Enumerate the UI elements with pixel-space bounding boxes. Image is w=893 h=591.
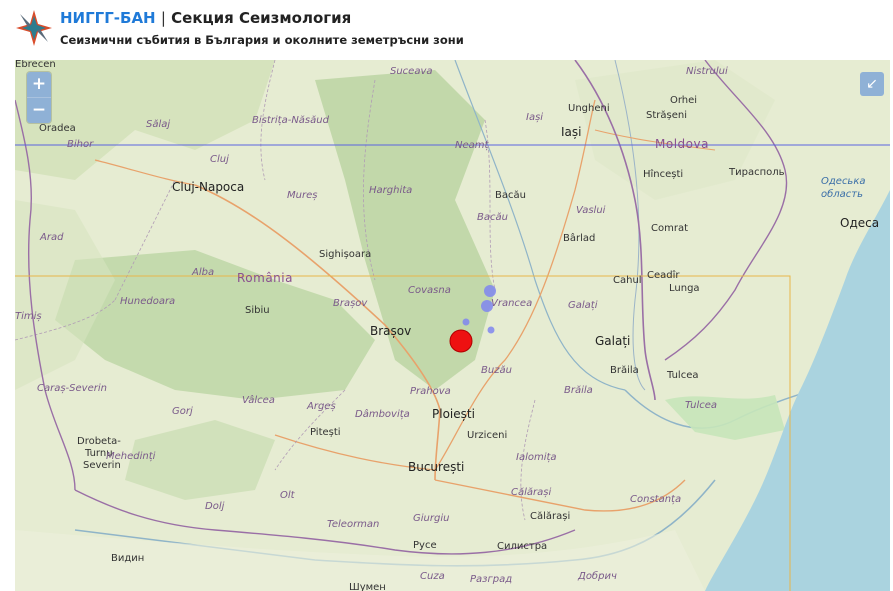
city-label: Cluj-Napoca: [172, 180, 245, 194]
region-label: Vâlcea: [242, 395, 275, 406]
country-label: România: [237, 271, 293, 285]
event-marker-large[interactable]: [449, 329, 473, 353]
city-label: Brăila: [610, 365, 639, 376]
city-label: Русе: [413, 540, 437, 551]
city-label: Видин: [111, 553, 145, 564]
city-label: Urziceni: [467, 430, 508, 441]
region-label: Buzău: [481, 365, 512, 376]
city-label: Ceadîr: [647, 270, 680, 281]
events-layer: [449, 285, 496, 353]
city-label: Strășeni: [646, 110, 687, 121]
city-label: Oradea: [39, 123, 76, 134]
region-label: Добрич: [578, 571, 617, 582]
region-label: Suceava: [390, 66, 433, 77]
region-label: Arad: [40, 232, 64, 243]
city-label: Orhei: [670, 95, 698, 106]
city-label: Bârlad: [563, 233, 596, 244]
region-label: Argeș: [307, 401, 336, 412]
zoom-control: + −: [27, 72, 51, 123]
region-label: Iași: [526, 112, 544, 123]
region-label: Timiș: [15, 311, 42, 322]
title-separator: |: [160, 9, 166, 27]
city-label: Ungheni: [568, 103, 610, 114]
city-label: Severin: [83, 460, 121, 471]
city-label: Тирасполь: [729, 167, 785, 178]
region-label: Olt: [280, 490, 295, 501]
section-name: Секция Сеизмология: [171, 9, 352, 27]
city-label: Силистра: [497, 541, 548, 552]
region-label: Dolj: [205, 501, 225, 512]
region-label: Sălaj: [146, 119, 171, 130]
region-label: Caraș-Severin: [37, 383, 107, 394]
city-label: Drobeta-: [77, 436, 121, 447]
city-label: Одеса: [840, 216, 880, 230]
city-label: Cahul: [613, 275, 642, 286]
region-label: Tulcea: [685, 400, 717, 411]
city-label: Hîncești: [643, 169, 684, 180]
region-label: Gorj: [172, 406, 193, 417]
city-label: Bacău: [495, 190, 526, 201]
region-label: Cuza: [420, 571, 445, 582]
city-label: Galați: [595, 334, 631, 348]
region-label: Vrancea: [491, 298, 533, 309]
event-marker-small[interactable]: [484, 285, 496, 297]
region-label: Nistrului: [686, 66, 728, 77]
city-label: Iași: [561, 125, 582, 139]
city-label: Brașov: [370, 324, 412, 338]
region-label: Harghita: [369, 185, 413, 196]
zoom-in-button[interactable]: +: [27, 72, 51, 97]
region-label: Hunedoara: [120, 296, 176, 307]
city-label: Călărași: [530, 511, 571, 522]
region-label: Călărași: [511, 487, 552, 498]
event-marker-small[interactable]: [462, 318, 470, 326]
niggg-logo-icon: [16, 10, 52, 46]
page-subtitle: Сеизмични събития в България и околните …: [60, 33, 464, 47]
city-label: Ploiești: [432, 407, 475, 421]
city-label: Comrat: [651, 223, 689, 234]
region-label: Prahova: [410, 386, 451, 397]
city-label: Tulcea: [667, 370, 699, 381]
country-label: Moldova: [655, 137, 709, 151]
sea-region-label: область: [821, 189, 864, 200]
region-label: Bistrița-Năsăud: [252, 115, 329, 126]
region-label: Giurgiu: [413, 513, 450, 524]
region-label: Galați: [568, 300, 598, 311]
region-label: Mureș: [287, 190, 318, 201]
region-label: Brăila: [564, 385, 593, 396]
city-label: Pitești: [310, 427, 341, 438]
region-label: Alba: [192, 267, 215, 278]
sea-region-label: Одеська: [821, 176, 866, 187]
city-label: Sibiu: [245, 305, 270, 316]
page-title: НИГГГ-БАН | Секция Сеизмология: [60, 9, 351, 27]
region-label: Cluj: [210, 154, 229, 165]
event-marker-small[interactable]: [487, 326, 495, 334]
region-label: Teleorman: [327, 519, 380, 530]
city-label: Sighișoara: [319, 249, 372, 260]
region-label: Neamț: [455, 140, 489, 151]
region-label: Vaslui: [576, 205, 606, 216]
city-label: București: [408, 460, 465, 474]
region-label: Mehedinți: [106, 451, 156, 462]
city-label: Шумен: [349, 582, 386, 591]
seismic-map[interactable]: România Moldova Cluj-Napoca Brașov Ploie…: [15, 60, 890, 591]
region-label: Bihor: [67, 139, 94, 150]
region-label: Разград: [470, 574, 513, 585]
region-label: Ialomița: [516, 452, 557, 463]
region-label: Bacău: [477, 212, 508, 223]
zoom-out-button[interactable]: −: [27, 97, 51, 123]
city-label: Lunga: [669, 283, 700, 294]
city-label: Ebrecen: [15, 60, 56, 70]
fullscreen-icon: ↙: [866, 76, 878, 92]
page-header: НИГГГ-БАН | Секция Сеизмология Сеизмични…: [0, 0, 893, 60]
region-label: Brașov: [333, 298, 368, 309]
region-label: Dâmbovița: [355, 409, 410, 420]
org-name[interactable]: НИГГГ-БАН: [60, 9, 156, 27]
region-label: Constanța: [630, 494, 682, 505]
region-label: Covasna: [408, 285, 451, 296]
fullscreen-button[interactable]: ↙: [860, 72, 884, 96]
